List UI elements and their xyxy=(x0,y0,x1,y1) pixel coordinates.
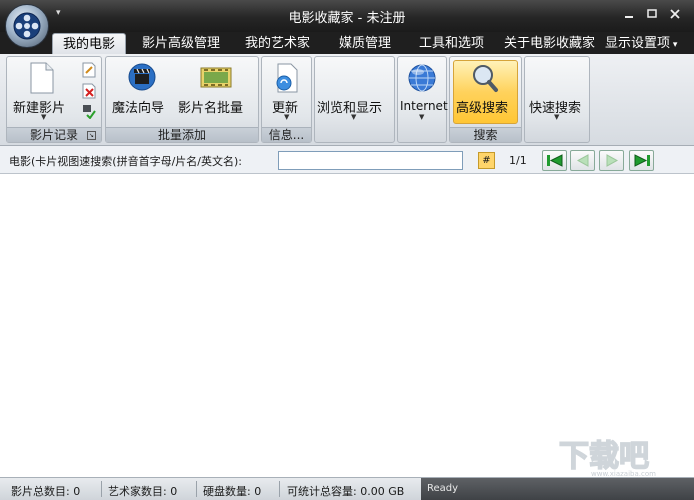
group-search: 高级搜索 搜索 xyxy=(449,56,522,143)
minimize-button[interactable] xyxy=(618,6,640,24)
new-film-button[interactable]: 新建影片 xyxy=(13,97,65,116)
delete-film-icon[interactable] xyxy=(82,83,96,102)
film-card-view[interactable] xyxy=(0,175,694,476)
group-film-record: 新建影片 ▼ 影片记录 ↘ xyxy=(6,56,102,143)
close-icon xyxy=(670,9,680,19)
next-page-button[interactable] xyxy=(599,150,624,171)
disk-count: 硬盘数量: 0 xyxy=(203,485,262,498)
browse-display-button[interactable]: 浏览和显示 xyxy=(317,97,382,116)
group-internet: Internet ▼ xyxy=(397,56,448,143)
first-page-button[interactable] xyxy=(542,150,567,171)
edit-film-icon[interactable] xyxy=(82,62,96,81)
new-document-icon xyxy=(29,62,55,97)
batch-film-name-button[interactable]: 影片名批量 xyxy=(178,97,243,116)
group-caption-batch-add: 批量添加 xyxy=(106,127,258,142)
film-reel-icon xyxy=(13,12,41,40)
status-divider xyxy=(279,481,280,497)
maximize-button[interactable] xyxy=(641,6,663,24)
chevron-down-icon: ▼ xyxy=(351,113,357,121)
display-settings-menu[interactable]: 显示设置项 ▾ xyxy=(605,33,677,56)
watermark-logo: 下载吧 www.xiazaiba.com xyxy=(555,438,691,478)
group-caption-info: 信息... xyxy=(262,127,311,142)
search-bar: 电影(卡片视图速搜索(拼音首字母/片名/英文名): # 1/1 xyxy=(0,146,694,174)
tab-media-management[interactable]: 媒质管理 xyxy=(339,33,391,54)
globe-icon xyxy=(407,63,437,96)
magnifier-icon xyxy=(471,63,499,96)
group-info: 更新 ▼ 信息... xyxy=(261,56,312,143)
clapperboard-icon xyxy=(128,63,156,94)
title-bar: ▾ 电影收藏家 - 未注册 xyxy=(0,0,694,32)
watermark-text: 下载吧 xyxy=(559,439,649,474)
group-browse-display: 浏览和显示 ▼ xyxy=(314,56,395,143)
page-indicator: 1/1 xyxy=(509,154,527,167)
display-settings-label: 显示设置项 xyxy=(605,36,671,51)
artist-count: 艺术家数目: 0 xyxy=(108,485,178,498)
film-strip-icon xyxy=(200,65,232,92)
group-batch-add: 魔法向导 影片名批量 批量添加 xyxy=(105,56,259,143)
internet-button[interactable]: Internet xyxy=(400,99,448,113)
previous-page-button[interactable] xyxy=(570,150,595,171)
chevron-down-icon: ▼ xyxy=(41,113,47,121)
search-input[interactable] xyxy=(278,151,463,170)
dialog-launcher-icon[interactable]: ↘ xyxy=(87,131,96,140)
last-page-button[interactable] xyxy=(629,150,654,171)
status-divider xyxy=(196,481,197,497)
magic-wizard-button[interactable]: 魔法向导 xyxy=(112,97,164,116)
tab-my-movies[interactable]: 我的电影 xyxy=(52,33,127,54)
status-bar: 影片总数目: 0 艺术家数目: 0 硬盘数量: 0 可统计总容量: 0.00 G… xyxy=(0,477,694,500)
chevron-down-icon: ▼ xyxy=(554,113,560,121)
maximize-icon xyxy=(647,9,657,18)
next-page-icon xyxy=(606,154,619,167)
advanced-search-button[interactable]: 高级搜索 xyxy=(456,97,508,116)
window-title: 电影收藏家 - 未注册 xyxy=(288,11,406,26)
group-caption-search: 搜索 xyxy=(450,127,521,142)
ribbon: 新建影片 ▼ 影片记录 ↘ 魔法向导 影片名批量 批量添加 更新 ▼ 信息...… xyxy=(0,54,694,146)
film-count: 影片总数目: 0 xyxy=(11,485,81,498)
chevron-down-icon: ▼ xyxy=(419,113,425,121)
status-divider xyxy=(101,481,102,497)
ribbon-tab-row: 我的电影 影片高级管理 我的艺术家 媒质管理 工具和选项 关于电影收藏家 显示设… xyxy=(0,32,694,54)
group-quick-search: 快速搜索 ▼ xyxy=(524,56,590,143)
minimize-icon xyxy=(625,16,633,18)
first-page-icon xyxy=(547,154,563,167)
chevron-down-icon: ▾ xyxy=(670,40,678,50)
verify-film-icon[interactable] xyxy=(82,103,96,122)
total-capacity: 可统计总容量: 0.00 GB xyxy=(287,485,405,498)
tab-tools-options[interactable]: 工具和选项 xyxy=(419,33,484,54)
tab-about[interactable]: 关于电影收藏家 xyxy=(504,33,595,54)
search-label: 电影(卡片视图速搜索(拼音首字母/片名/英文名): xyxy=(9,155,242,168)
last-page-icon xyxy=(634,154,650,167)
tab-my-artists[interactable]: 我的艺术家 xyxy=(245,33,310,54)
hash-filter-button[interactable]: # xyxy=(478,152,495,169)
tab-advanced-management[interactable]: 影片高级管理 xyxy=(142,33,220,54)
app-menu-button[interactable] xyxy=(5,4,49,48)
ready-status: Ready xyxy=(421,478,694,500)
update-document-icon xyxy=(274,63,300,96)
close-button[interactable] xyxy=(664,6,686,24)
previous-page-icon xyxy=(576,154,589,167)
chevron-down-icon: ▼ xyxy=(284,113,290,121)
